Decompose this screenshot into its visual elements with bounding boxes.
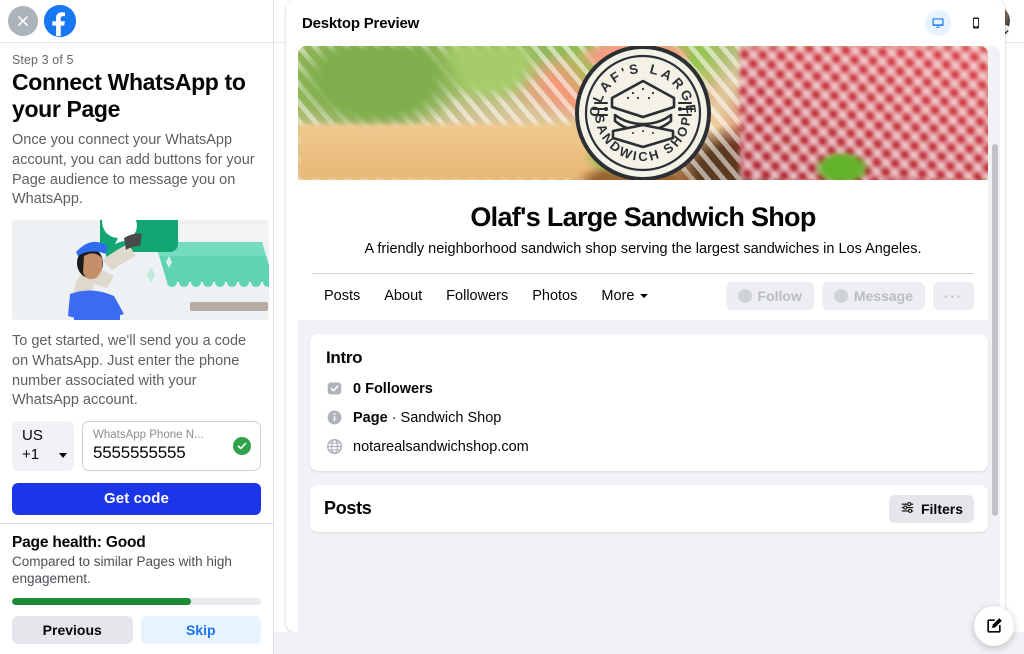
intro-followers-text: 0 Followers (353, 380, 433, 397)
preview-area: Desktop Preview OLAF'S LARGE SANDWICH SH… (274, 0, 1024, 654)
more-options-button[interactable]: ··· (933, 282, 974, 310)
page-health-subtitle: Compared to similar Pages with high enga… (12, 553, 232, 587)
mobile-phone-icon[interactable] (963, 10, 989, 36)
page-tabs: Posts About Followers Photos More Follow… (298, 274, 988, 320)
messenger-icon (833, 289, 848, 303)
phone-input-value: 5555555555 (93, 443, 186, 463)
preview-scrollbar[interactable] (992, 52, 998, 628)
olafs-large-sandwich-shop-logo[interactable]: OLAF'S LARGE SANDWICH SHOP (575, 46, 711, 180)
tab-posts[interactable]: Posts (312, 282, 372, 310)
info-circle-icon (326, 409, 343, 426)
previous-button[interactable]: Previous (12, 616, 133, 644)
page-health-progress (12, 598, 261, 605)
filters-button-label: Filters (920, 500, 963, 517)
intro-website-text[interactable]: notarealsandwichshop.com (353, 439, 529, 455)
cover-parsley (805, 143, 878, 180)
intro-row-website: notarealsandwichshop.com (326, 438, 972, 455)
more-options-icon: ··· (944, 288, 963, 304)
step-description: Once you connect your WhatsApp account, … (12, 132, 255, 208)
tab-photos[interactable]: Photos (520, 282, 589, 310)
tab-posts-label: Posts (324, 288, 361, 304)
tab-photos-label: Photos (532, 288, 578, 304)
preview-scroll-content: OLAF'S LARGE SANDWICH SHOP Olaf's Large … (298, 46, 1000, 632)
message-button[interactable]: Message (821, 282, 925, 310)
phone-instructions: To get started, we'll send you a code on… (12, 333, 247, 409)
compose-edit-icon[interactable] (974, 606, 1014, 646)
app-root: Step 3 of 5 Connect WhatsApp to your Pag… (0, 0, 1024, 654)
preview-header: Desktop Preview (286, 0, 1005, 46)
sidebar-topbar (0, 0, 273, 43)
intro-title: Intro (326, 348, 363, 367)
wizard-nav-buttons: Previous Skip (12, 616, 261, 644)
follow-button[interactable]: Follow (725, 282, 814, 310)
chevron-down-icon (59, 452, 67, 458)
device-toggle (925, 10, 989, 36)
onboarding-sidebar: Step 3 of 5 Connect WhatsApp to your Pag… (0, 0, 274, 654)
posts-card: Posts Filters (310, 485, 988, 532)
page-profile-card: OLAF'S LARGE SANDWICH SHOP Olaf's Large … (298, 46, 988, 320)
preview-viewport: OLAF'S LARGE SANDWICH SHOP Olaf's Large … (298, 46, 1000, 632)
follow-button-label: Follow (757, 288, 802, 304)
sandwich-cover-photo: OLAF'S LARGE SANDWICH SHOP (298, 46, 988, 180)
followers-badge-icon (326, 380, 343, 397)
close-icon[interactable] (8, 6, 38, 36)
preview-scrollbar-thumb[interactable] (992, 144, 998, 516)
desktop-monitor-icon[interactable] (925, 10, 951, 36)
country-code-select[interactable]: US +1 (12, 421, 74, 471)
tab-followers[interactable]: Followers (434, 282, 520, 310)
step-label: Step 3 of 5 (12, 53, 74, 67)
tab-followers-label: Followers (446, 288, 509, 304)
intro-category-rest: · Sandwich Shop (387, 409, 502, 426)
page-title: Olaf's Large Sandwich Shop (470, 202, 816, 232)
whatsapp-storefront-illustration (12, 220, 269, 321)
whatsapp-phone-input[interactable]: WhatsApp Phone N... 5555555555 (82, 421, 261, 471)
globe-icon (326, 438, 343, 455)
intro-card: Intro 0 Followers Page · Sandwich Shop n… (310, 334, 988, 471)
country-code-country: US (22, 427, 43, 444)
message-button-label: Message (853, 288, 913, 304)
tab-more[interactable]: More (589, 282, 660, 310)
sliders-icon (900, 500, 915, 518)
filters-button[interactable]: Filters (888, 494, 974, 523)
step-title: Connect WhatsApp to your Page (12, 69, 246, 123)
phone-entry-row: US +1 WhatsApp Phone N... 5555555555 (12, 421, 261, 471)
phone-input-label: WhatsApp Phone N... (93, 428, 204, 441)
desktop-preview-card: Desktop Preview OLAF'S LARGE SANDWICH SH… (286, 0, 1005, 632)
valid-check-icon (233, 436, 251, 455)
intro-row-category: Page · Sandwich Shop (326, 409, 972, 426)
page-health-progress-fill (12, 598, 192, 605)
tab-about-label: About (384, 288, 423, 304)
follow-plus-icon (737, 289, 752, 303)
intro-category-bold: Page (353, 409, 388, 426)
skip-button[interactable]: Skip (140, 616, 261, 644)
tab-more-label: More (601, 288, 635, 304)
page-background-strip (274, 632, 1024, 654)
chevron-down-icon (640, 294, 649, 298)
intro-row-followers: 0 Followers (326, 380, 972, 397)
facebook-logo[interactable] (44, 5, 76, 37)
get-code-button[interactable]: Get code (12, 482, 261, 515)
page-health-title: Page health: Good (12, 533, 146, 551)
sidebar-content: Step 3 of 5 Connect WhatsApp to your Pag… (0, 43, 273, 523)
page-health-footer: Page health: Good Compared to similar Pa… (0, 522, 273, 654)
page-description: A friendly neighborhood sandwich shop se… (364, 241, 922, 257)
tab-about[interactable]: About (372, 282, 434, 310)
posts-title: Posts (324, 498, 372, 518)
preview-title: Desktop Preview (302, 14, 420, 32)
